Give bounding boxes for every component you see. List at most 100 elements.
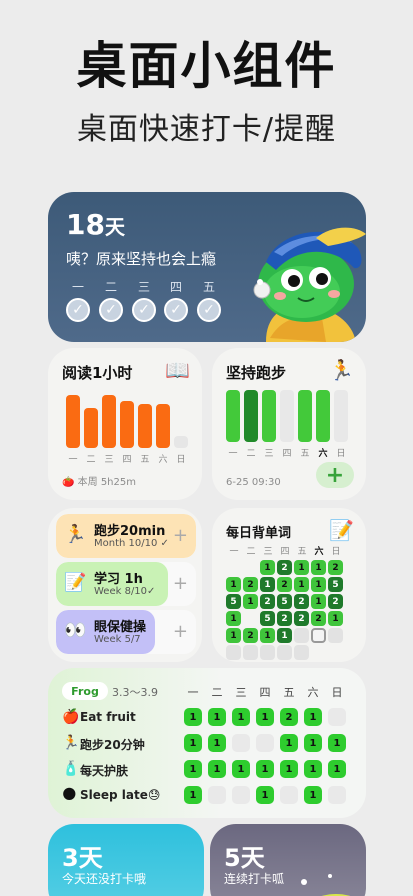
vocab-day-label: 三 [263,547,273,557]
habit-cell[interactable]: 1 [184,786,202,804]
reading-day-label: 四 [122,455,132,465]
habit-cell[interactable]: 1 [304,760,322,778]
task-icon: 👀 [64,620,87,641]
vocab-cell: 5 [260,611,275,626]
habit-cell[interactable]: 1 [256,760,274,778]
habit-day-label: 五 [283,686,295,699]
runner-icon: 🏃 [329,358,354,382]
reading-day-bar [138,404,152,448]
habit-cell[interactable]: 1 [208,760,226,778]
habit-cell[interactable] [232,734,250,752]
vocab-cell: 1 [226,628,241,643]
running-day-bar [280,390,294,442]
vocab-cell [311,628,326,643]
vocab-widget[interactable]: 每日背单词 📝 一二三四五六日1211212121155125212152221… [212,508,366,662]
vocab-cell [277,645,292,660]
habit-cell[interactable]: 1 [184,760,202,778]
vocab-day-label: 日 [331,547,341,557]
habit-cell[interactable] [280,786,298,804]
streak-weekday-label: 一 [71,280,84,294]
habit-cell[interactable]: 1 [184,734,202,752]
habit-tag: Frog [62,682,108,700]
habit-cell[interactable]: 1 [232,760,250,778]
habit-tracker-widget[interactable]: Frog 3.3～3.9 一二三四五六日 🍎 Eat fruit 1 1 1 1 2 1 🏃 跑步2… [48,668,366,818]
task-list-widget: 🏃 跑步20min Month 10/10 ✓ + 📝 学习 1h Week 8/10✓ + 👀… [48,508,202,662]
habit-cell[interactable]: 1 [328,760,346,778]
habit-cell[interactable]: 1 [208,734,226,752]
vocab-cell: 2 [277,611,292,626]
task-item[interactable]: 🏃 跑步20min Month 10/10 ✓ + [56,514,196,558]
running-day-bar [244,390,258,442]
streak-card-5[interactable]: 5天 连续打卡呱 [210,824,366,896]
habit-day-label: 四 [259,686,271,699]
habit-cell[interactable] [256,734,274,752]
running-day-bar [262,390,276,442]
task-progress-text: Week 5/7 [94,634,141,645]
running-day-label: 六 [318,449,328,459]
vocab-cell [294,645,309,660]
streak-days: 18天 [66,208,125,241]
task-progress-text: Month 10/10 ✓ [94,538,169,549]
vocab-cell: 2 [311,611,326,626]
habit-cell[interactable]: 2 [280,708,298,726]
habit-cell[interactable] [208,786,226,804]
habit-cell[interactable]: 1 [304,734,322,752]
habit-cell[interactable] [232,786,250,804]
running-day-bar [316,390,330,442]
vocab-title: 每日背单词 [226,526,292,541]
vocab-day-label: 六 [314,547,324,557]
habit-cell[interactable]: 1 [328,734,346,752]
vocab-cell: 2 [277,560,292,575]
reading-day-bar [102,395,116,448]
habit-cell[interactable]: 1 [208,708,226,726]
habit-cell[interactable]: 1 [232,708,250,726]
task-item[interactable]: 👀 眼保健操 Week 5/7 + [56,610,196,654]
running-day-label: 二 [246,449,256,459]
vocab-cell: 1 [277,628,292,643]
reading-widget[interactable]: 阅读1小时 📖 🍅 本周 5h25m 一二三四五六日 [48,348,202,500]
habit-cell[interactable]: 1 [256,786,274,804]
vocab-cell: 2 [277,577,292,592]
vocab-cell: 5 [277,594,292,609]
streak-widget[interactable]: 18天 咦？原来坚持也会上瘾 一 ✓ 二 ✓ 三 ✓ 四 ✓ 五 ✓ [48,192,366,342]
running-add-button[interactable]: + [316,462,354,488]
habit-cell[interactable]: 1 [184,708,202,726]
vocab-cell: 2 [328,560,343,575]
vocab-cell: 2 [243,577,258,592]
task-name: 眼保健操 [94,620,147,635]
streak-check-icon: ✓ [197,298,221,322]
task-add-button[interactable]: + [173,573,188,594]
streak-weekday-label: 三 [137,280,150,294]
running-widget[interactable]: 坚持跑步 🏃 6-25 09:30 + 一二三四五六日 [212,348,366,500]
task-add-button[interactable]: + [173,621,188,642]
streak-message: 咦？原来坚持也会上瘾 [66,250,217,268]
running-day-label: 一 [228,449,238,459]
task-item[interactable]: 📝 学习 1h Week 8/10✓ + [56,562,196,606]
habit-name: 每天护肤 [80,764,129,778]
vocab-cell [328,628,343,643]
habit-cell[interactable]: 1 [304,786,322,804]
habit-cell[interactable]: 1 [304,708,322,726]
habit-cell[interactable]: 1 [280,734,298,752]
vocab-cell: 1 [311,594,326,609]
habit-cell[interactable]: 1 [280,760,298,778]
streak-check-icon: ✓ [132,298,156,322]
memo-icon: 📝 [329,518,354,542]
habit-icon: 🧴 [62,761,80,777]
task-icon: 🏃 [64,524,87,545]
vocab-cell: 1 [243,594,258,609]
reading-day-label: 三 [104,455,114,465]
streak-card-3[interactable]: 3天 今天还没打卡哦 [48,824,204,896]
habit-name: Sleep late😓 [80,788,161,802]
habit-day-label: 一 [187,686,199,699]
vocab-cell: 1 [328,611,343,626]
habit-cell[interactable]: 1 [256,708,274,726]
habit-cell[interactable] [328,786,346,804]
vocab-cell: 2 [243,628,258,643]
task-add-button[interactable]: + [173,525,188,546]
habit-icon: 🏃 [62,735,80,751]
habit-cell[interactable] [328,708,346,726]
reading-day-bar [84,408,98,448]
reading-day-label: 一 [68,455,78,465]
reading-day-label: 二 [86,455,96,465]
